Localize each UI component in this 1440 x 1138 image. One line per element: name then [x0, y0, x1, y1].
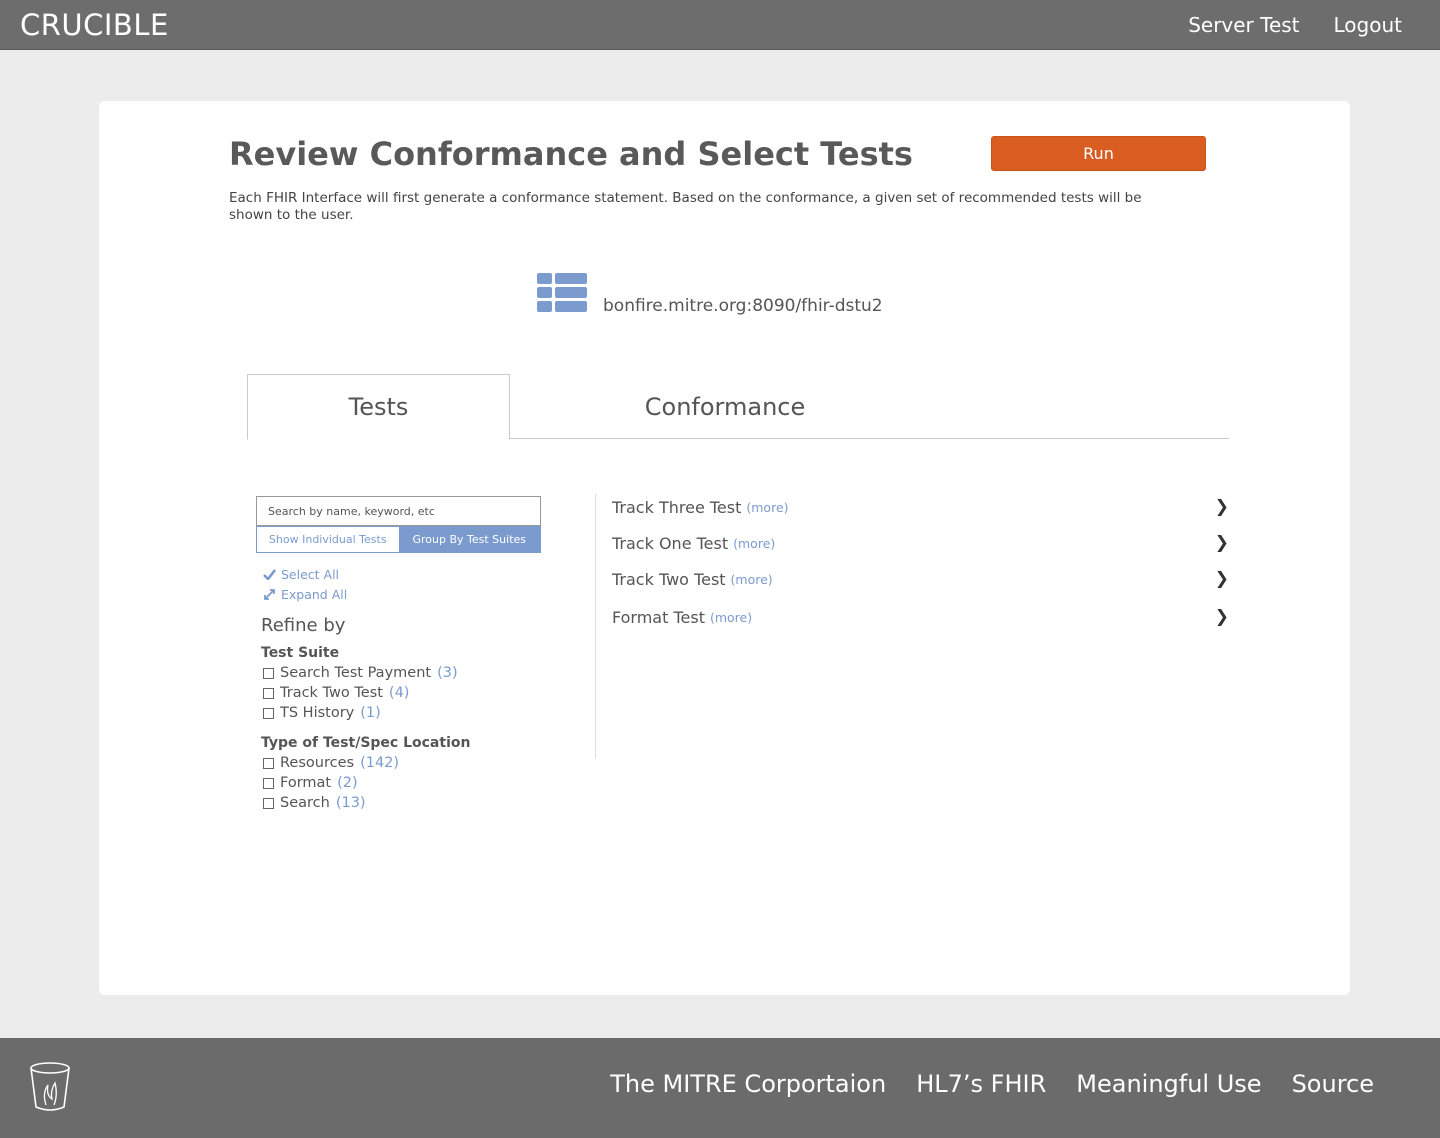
footer-link-meaningful-use[interactable]: Meaningful Use — [1076, 1070, 1261, 1098]
view-toggle: Show Individual Tests Group By Test Suit… — [256, 526, 541, 553]
footer-link-source[interactable]: Source — [1292, 1070, 1374, 1098]
option-count: (1) — [360, 705, 381, 721]
footer-nav: The MITRE Corportaion HL7’s FHIR Meaning… — [610, 1070, 1374, 1098]
filter-group-heading: Type of Test/Spec Location — [261, 735, 471, 751]
more-link[interactable]: (more) — [746, 500, 788, 515]
chevron-right-icon[interactable]: ❯ — [1215, 569, 1229, 589]
checkbox[interactable] — [263, 757, 274, 769]
filter-option[interactable]: Search (13) — [263, 795, 366, 811]
show-individual-tests-button[interactable]: Show Individual Tests — [257, 527, 399, 552]
page-title: Review Conformance and Select Tests — [229, 135, 913, 173]
checkbox[interactable] — [263, 687, 274, 699]
test-name: Track Three Test — [612, 497, 742, 517]
test-row[interactable]: Format Test (more) ❯ — [612, 605, 1229, 629]
option-label: TS History — [280, 705, 355, 721]
filter-option[interactable]: TS History (1) — [263, 705, 381, 721]
option-count: (13) — [335, 795, 366, 811]
footer-link-fhir[interactable]: HL7’s FHIR — [916, 1070, 1046, 1098]
filter-option[interactable]: Resources (142) — [263, 755, 399, 771]
select-all-label: Select All — [281, 567, 340, 582]
run-button[interactable]: Run — [991, 136, 1206, 171]
more-link[interactable]: (more) — [733, 536, 775, 551]
nav-server-test[interactable]: Server Test — [1188, 13, 1299, 37]
select-all-control[interactable]: Select All — [263, 567, 339, 582]
database-icon — [537, 273, 587, 314]
tab-tests[interactable]: Tests — [247, 374, 510, 440]
chevron-right-icon[interactable]: ❯ — [1215, 607, 1229, 627]
nav-logout[interactable]: Logout — [1334, 13, 1402, 37]
crucible-cup-icon[interactable] — [28, 1061, 72, 1113]
group-by-test-suites-button[interactable]: Group By Test Suites — [398, 527, 540, 552]
panel-divider — [595, 494, 596, 758]
tab-conformance[interactable]: Conformance — [510, 374, 940, 439]
test-row[interactable]: Track One Test (more) ❯ — [612, 531, 1229, 555]
filter-option[interactable]: Search Test Payment (3) — [263, 665, 458, 681]
option-label: Search — [280, 795, 330, 811]
checkmark-icon — [263, 569, 276, 580]
filter-option[interactable]: Track Two Test (4) — [263, 685, 409, 701]
checkbox[interactable] — [263, 667, 274, 679]
more-link[interactable]: (more) — [731, 572, 773, 587]
option-label: Track Two Test — [280, 685, 383, 701]
server-url: bonfire.mitre.org:8090/fhir-dstu2 — [603, 296, 883, 316]
footer: The MITRE Corportaion HL7’s FHIR Meaning… — [0, 1038, 1440, 1138]
checkbox[interactable] — [263, 777, 274, 789]
footer-link-mitre[interactable]: The MITRE Corportaion — [610, 1070, 886, 1098]
tab-bar: Tests Conformance — [247, 374, 1229, 440]
more-link[interactable]: (more) — [710, 610, 752, 625]
filter-option[interactable]: Format (2) — [263, 775, 358, 791]
brand-logo-text[interactable]: CRUCIBLE — [20, 8, 169, 42]
checkbox[interactable] — [263, 707, 274, 719]
expand-all-label: Expand All — [281, 587, 348, 602]
option-label: Format — [280, 775, 332, 791]
expand-arrows-icon — [264, 589, 275, 600]
chevron-right-icon[interactable]: ❯ — [1215, 533, 1229, 553]
option-count: (142) — [360, 755, 400, 771]
test-name: Track Two Test — [612, 569, 726, 589]
option-label: Search Test Payment — [280, 665, 432, 681]
chevron-right-icon[interactable]: ❯ — [1215, 497, 1229, 517]
option-count: (3) — [437, 665, 458, 681]
test-name: Format Test — [612, 607, 705, 627]
intro-text: Each FHIR Interface will first generate … — [229, 190, 1142, 223]
top-navbar: CRUCIBLE Server Test Logout — [0, 0, 1440, 50]
option-label: Resources — [280, 755, 355, 771]
option-count: (2) — [337, 775, 358, 791]
test-row[interactable]: Track Three Test (more) ❯ — [612, 495, 1229, 519]
test-name: Track One Test — [612, 533, 729, 553]
option-count: (4) — [388, 685, 410, 701]
server-info: bonfire.mitre.org:8090/fhir-dstu2 — [537, 273, 883, 316]
expand-all-control[interactable]: Expand All — [263, 587, 347, 602]
checkbox[interactable] — [263, 797, 274, 809]
main-card: Review Conformance and Select Tests Run … — [99, 101, 1350, 995]
top-nav: Server Test Logout — [1188, 13, 1402, 37]
test-row[interactable]: Track Two Test (more) ❯ — [612, 567, 1229, 591]
filter-group-heading: Test Suite — [261, 645, 340, 661]
search-input[interactable] — [256, 496, 541, 526]
refine-heading: Refine by — [261, 615, 346, 636]
